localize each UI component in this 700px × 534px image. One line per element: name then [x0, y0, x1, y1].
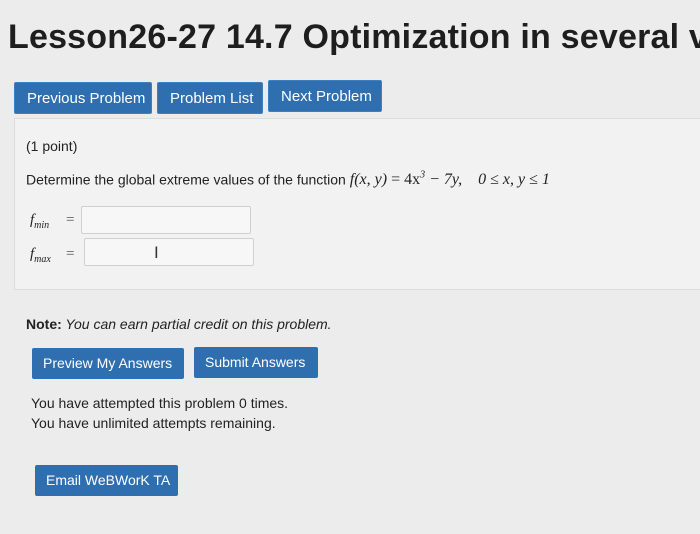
partial-credit-note: Note: You can earn partial credit on thi… — [26, 316, 332, 332]
attempts-count: You have attempted this problem 0 times. — [31, 395, 289, 411]
function-lhs: f(x, y) — [349, 171, 388, 189]
email-ta-button[interactable]: Email WeBWorK TA — [35, 465, 178, 496]
question-text: Determine the global extreme values of t… — [26, 171, 346, 188]
function-rhs: = 4x — [391, 171, 421, 189]
fmin-input[interactable] — [81, 206, 251, 234]
fmax-equals: = — [66, 246, 75, 262]
attempts-remaining: You have unlimited attempts remaining. — [31, 415, 276, 431]
problem-points: (1 point) — [26, 138, 78, 154]
fmax-label: fmax — [30, 246, 51, 265]
fmax-subscript: max — [34, 254, 51, 265]
page-title: Lesson26-27 14.7 Optimization in several… — [8, 18, 700, 56]
function-expression: f(x, y) = 4x3 − 7y, — [349, 170, 466, 189]
submit-answers-button[interactable]: Submit Answers — [194, 347, 318, 378]
function-tail: − 7y, — [425, 171, 463, 189]
function-domain: 0 ≤ x, y ≤ 1 — [478, 171, 550, 189]
note-bold: Note: — [26, 316, 62, 332]
text-cursor-icon: I — [154, 243, 159, 262]
next-problem-button[interactable]: Next Problem — [268, 80, 382, 112]
fmin-equals: = — [66, 212, 75, 228]
fmax-input[interactable] — [84, 238, 254, 266]
note-text: You can earn partial credit on this prob… — [61, 316, 332, 332]
problem-list-button[interactable]: Problem List — [157, 82, 263, 114]
preview-answers-button[interactable]: Preview My Answers — [32, 348, 184, 379]
fmin-label: fmin — [30, 212, 49, 231]
previous-problem-button[interactable]: Previous Problem — [14, 82, 152, 114]
fmin-subscript: min — [34, 220, 50, 231]
problem-question: Determine the global extreme values of t… — [26, 170, 550, 189]
